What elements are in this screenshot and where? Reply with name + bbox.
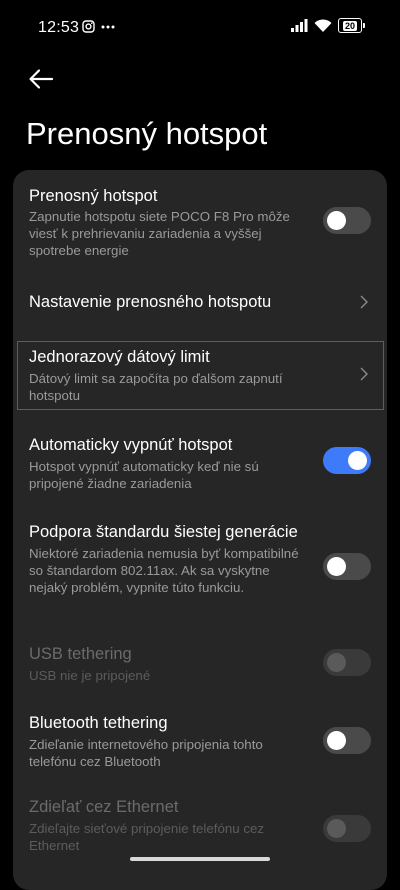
setting-row-usb-tethering: USB tethering USB nie je pripojené bbox=[13, 634, 387, 694]
instagram-icon bbox=[82, 20, 95, 33]
home-indicator[interactable] bbox=[130, 857, 270, 861]
status-system-icons: 20 bbox=[291, 18, 365, 33]
setting-title: Automaticky vypnúť hotspot bbox=[29, 436, 233, 454]
setting-row-wifi6-support[interactable]: Podpora štandardu šiestej generácie Niek… bbox=[13, 512, 387, 622]
settings-card: Prenosný hotspot Zapnutie hotspotu siete… bbox=[13, 170, 387, 890]
wifi6-support-toggle[interactable] bbox=[323, 553, 371, 580]
back-arrow-icon[interactable] bbox=[26, 64, 56, 94]
setting-row-bluetooth-tethering[interactable]: Bluetooth tethering Zdieľanie internetov… bbox=[13, 706, 387, 786]
setting-title: USB tethering bbox=[29, 645, 132, 663]
setting-row-hotspot-settings[interactable]: Nastavenie prenosného hotspotu bbox=[13, 278, 387, 328]
setting-title: Nastavenie prenosného hotspotu bbox=[29, 293, 272, 311]
battery-icon: 20 bbox=[338, 18, 365, 33]
setting-subtitle: USB nie je pripojené bbox=[29, 668, 151, 683]
highlight-box bbox=[17, 341, 384, 410]
setting-subtitle: Niektoré zariadenia nemusia byť kompatib… bbox=[29, 546, 299, 595]
toggle-knob bbox=[348, 451, 367, 470]
toggle-knob bbox=[327, 211, 346, 230]
more-notifications-icon bbox=[101, 25, 115, 28]
toggle-knob bbox=[327, 731, 346, 750]
usb-tethering-toggle bbox=[323, 649, 371, 676]
portable-hotspot-toggle[interactable] bbox=[323, 207, 371, 234]
setting-row-portable-hotspot[interactable]: Prenosný hotspot Zapnutie hotspotu siete… bbox=[13, 170, 387, 270]
page-title: Prenosný hotspot bbox=[26, 116, 268, 151]
setting-title: Prenosný hotspot bbox=[29, 187, 158, 205]
bluetooth-tethering-toggle[interactable] bbox=[323, 727, 371, 754]
status-notification-icons bbox=[82, 20, 115, 33]
status-time: 12:53 bbox=[38, 19, 80, 36]
chevron-right-icon bbox=[360, 295, 368, 309]
toggle-knob bbox=[327, 653, 346, 672]
auto-turn-off-toggle[interactable] bbox=[323, 447, 371, 474]
setting-subtitle: Zdieľajte sieťové pripojenie telefónu ce… bbox=[29, 821, 265, 853]
toggle-knob bbox=[327, 819, 346, 838]
setting-subtitle: Hotspot vypnúť automaticky keď nie sú pr… bbox=[29, 459, 259, 491]
wifi-icon bbox=[314, 18, 332, 32]
setting-title: Zdieľať cez Ethernet bbox=[29, 798, 179, 816]
toggle-knob bbox=[327, 557, 346, 576]
setting-subtitle: Zapnutie hotspotu siete POCO F8 Pro môže… bbox=[29, 209, 290, 258]
battery-level: 20 bbox=[342, 20, 357, 31]
setting-title: Bluetooth tethering bbox=[29, 714, 168, 732]
setting-row-auto-turn-off[interactable]: Automaticky vypnúť hotspot Hotspot vypnú… bbox=[13, 424, 387, 500]
ethernet-sharing-toggle bbox=[323, 815, 371, 842]
cellular-signal-icon bbox=[291, 19, 308, 32]
setting-subtitle: Zdieľanie internetového pripojenia tohto… bbox=[29, 737, 263, 769]
setting-title: Podpora štandardu šiestej generácie bbox=[29, 523, 298, 541]
status-bar: 12:53 20 bbox=[0, 0, 400, 56]
